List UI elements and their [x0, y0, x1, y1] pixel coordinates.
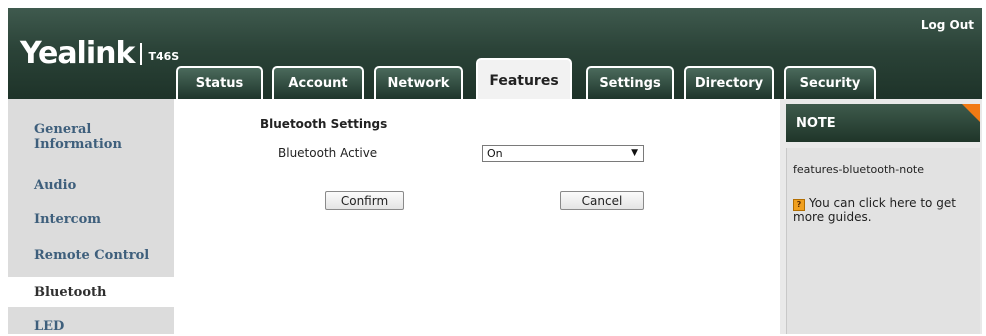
app-frame: Yealink T46S Log Out Status Account Netwo…	[8, 8, 982, 334]
tab-directory[interactable]: Directory	[684, 66, 774, 99]
note-header: NOTE	[786, 104, 980, 142]
tab-settings[interactable]: Settings	[586, 66, 674, 99]
guide-text: You can click here to get more guides.	[793, 196, 956, 224]
yealink-logo: Yealink T46S	[20, 36, 179, 71]
guide-link[interactable]: ? You can click here to get more guides.	[793, 197, 973, 224]
bluetooth-active-value: On	[487, 147, 503, 160]
section-title: Bluetooth Settings	[260, 117, 388, 131]
tab-features[interactable]: Features	[476, 58, 572, 101]
sidebar: General Information Audio Intercom Remot…	[8, 99, 174, 334]
note-body: features-bluetooth-note ? You can click h…	[786, 148, 980, 334]
note-title: NOTE	[796, 115, 836, 131]
cancel-button[interactable]: Cancel	[560, 191, 644, 210]
bluetooth-active-label: Bluetooth Active	[278, 146, 378, 160]
note-text: features-bluetooth-note	[793, 163, 925, 176]
tab-network[interactable]: Network	[374, 66, 463, 99]
sidebar-item-audio[interactable]: Audio	[34, 178, 76, 193]
main-panel: Bluetooth Settings Bluetooth Active On ▼…	[174, 99, 780, 334]
logo-divider	[140, 43, 143, 65]
logout-link[interactable]: Log Out	[921, 18, 974, 32]
sidebar-item-intercom[interactable]: Intercom	[34, 212, 101, 227]
sidebar-item-general-information[interactable]: General Information	[34, 122, 122, 152]
sidebar-item-remote-control[interactable]: Remote Control	[34, 248, 149, 263]
tab-status[interactable]: Status	[176, 66, 263, 99]
tab-account[interactable]: Account	[272, 66, 364, 99]
note-panel: NOTE features-bluetooth-note ? You can cl…	[786, 104, 980, 334]
sidebar-item-led[interactable]: LED	[34, 319, 64, 334]
dropdown-arrow-icon: ▼	[631, 148, 638, 158]
tab-security[interactable]: Security	[784, 66, 876, 99]
note-corner-icon	[962, 104, 980, 122]
logo-wordmark: Yealink	[20, 36, 135, 71]
model-label: T46S	[148, 50, 180, 63]
confirm-button[interactable]: Confirm	[325, 191, 404, 210]
header-bar: Yealink T46S Log Out Status Account Netwo…	[8, 8, 982, 101]
bluetooth-active-select[interactable]: On ▼	[482, 145, 644, 162]
sidebar-item-bluetooth[interactable]: Bluetooth	[8, 277, 174, 307]
